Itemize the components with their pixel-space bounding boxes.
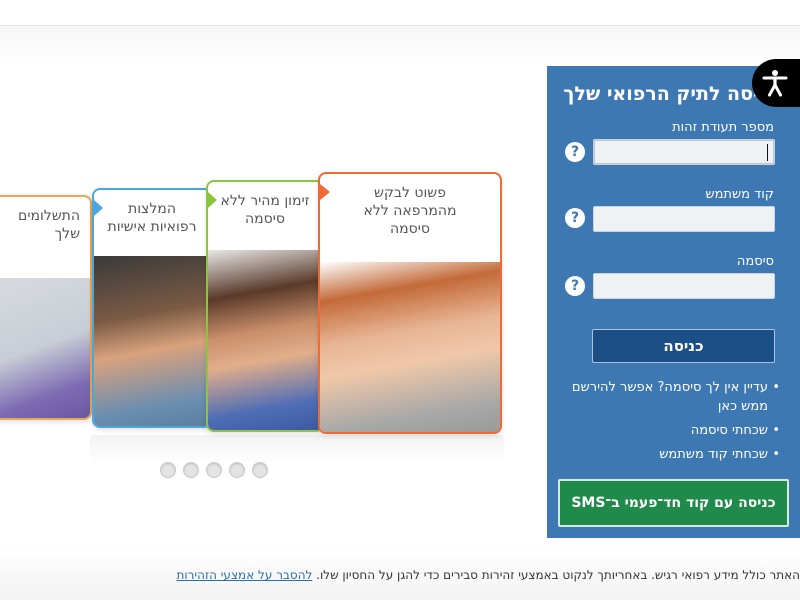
smiling-child-photo [320,262,500,432]
top-bar [0,0,800,26]
accessibility-button[interactable] [752,59,800,107]
carousel-card-text: התשלומים שלך [18,208,80,242]
login-panel: כניסה לתיק הרפואי שלך מספר תעודת זהות ? … [547,66,800,538]
carousel-card-text: פשוט לבקש מהמרפאה ללא סיסמה [363,185,457,237]
sms-login-button[interactable]: כניסה עם קוד חד־פעמי ב־SMS [558,479,789,527]
young-woman-photo [208,250,322,430]
password-label: סיסמה [736,254,774,269]
carousel-card-text: זימון מהיר ללא סיסמה [220,193,310,227]
register-link[interactable]: עדיין אין לך סיסמה? אפשר להירשם ממש כאן [560,378,780,416]
safety-measures-link[interactable]: להסבר על אמצעי הזהירות [176,568,312,582]
help-icon[interactable]: ? [565,208,585,228]
carousel-dot[interactable] [252,462,268,478]
footer-notice-text: האתר כולל מידע רפואי רגיש. באחריותך לנקו… [312,568,800,582]
login-links: עדיין אין לך סיסמה? אפשר להירשם ממש כאן … [560,378,780,469]
username-label: קוד משתמש [705,187,774,202]
forgot-username-link[interactable]: שכחתי קוד משתמש [560,445,780,464]
footer-notice: האתר כולל מידע רפואי רגיש. באחריותך לנקו… [0,568,800,582]
help-icon[interactable]: ? [565,276,585,296]
carousel-dot[interactable] [160,462,176,478]
password-input[interactable] [593,273,775,299]
carousel-card-recommendations[interactable]: המלצות רפואיות אישיות [92,188,212,428]
elderly-man-photo [0,278,90,418]
carousel-dot[interactable] [183,462,199,478]
id-number-label: מספר תעודת זהות [672,120,774,135]
carousel-reflection [90,435,504,465]
feature-carousel: התשלומים שלך המלצות רפואיות אישיות זימון… [0,160,520,490]
forgot-password-link[interactable]: שכחתי סיסמה [560,421,780,440]
accessibility-icon [760,68,790,98]
carousel-dot[interactable] [229,462,245,478]
carousel-dot[interactable] [206,462,222,478]
text-caret [767,144,768,161]
carousel-card-clinic-request[interactable]: פשוט לבקש מהמרפאה ללא סיסמה [318,172,502,434]
id-number-input[interactable] [593,139,775,165]
carousel-card-quick-appointment[interactable]: זימון מהיר ללא סיסמה [206,180,324,432]
carousel-card-text: המלצות רפואיות אישיות [107,201,197,235]
login-title: כניסה לתיק הרפואי שלך [563,83,778,105]
carousel-card-payments[interactable]: התשלומים שלך [0,195,92,420]
login-button[interactable]: כניסה [592,329,775,363]
help-icon[interactable]: ? [565,142,585,162]
father-and-child-photo [94,256,210,426]
carousel-pagination [160,462,268,478]
username-input[interactable] [593,206,775,232]
